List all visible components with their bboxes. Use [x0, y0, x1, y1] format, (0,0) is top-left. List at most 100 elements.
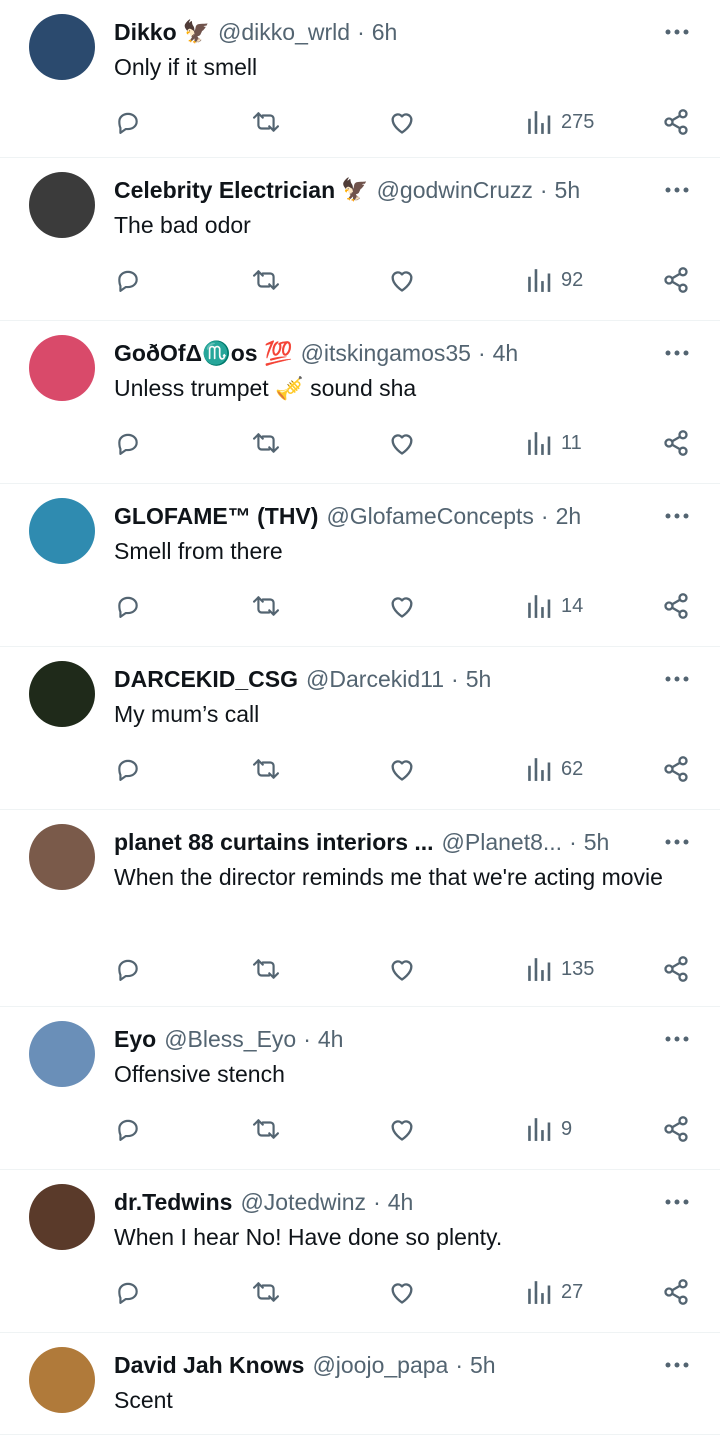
- views-button[interactable]: 27: [527, 1272, 583, 1312]
- reply-item[interactable]: Dikko 🦅 @dikko_wrld · 6h Only if it smell 275: [0, 0, 720, 158]
- share-button[interactable]: [662, 749, 690, 789]
- reply-button[interactable]: [115, 749, 141, 789]
- more-icon[interactable]: [660, 1347, 694, 1383]
- share-button[interactable]: [662, 586, 690, 626]
- reply-item[interactable]: GoðOfΔ♏os 💯 @itskingamos35 · 4h Unless trump…: [0, 321, 720, 484]
- like-button[interactable]: [388, 423, 416, 463]
- timestamp[interactable]: 5h: [470, 1347, 496, 1383]
- like-button[interactable]: [388, 1272, 416, 1312]
- reply-icon: [115, 109, 141, 135]
- reply-header: Dikko 🦅 @dikko_wrld · 6h: [114, 14, 656, 50]
- more-icon[interactable]: [660, 661, 694, 697]
- like-button[interactable]: [388, 586, 416, 626]
- timestamp[interactable]: 5h: [584, 824, 610, 860]
- repost-button[interactable]: [249, 102, 283, 142]
- avatar[interactable]: [29, 1021, 95, 1087]
- more-icon[interactable]: [660, 172, 694, 208]
- user-handle[interactable]: @GlofameConcepts: [326, 498, 533, 534]
- reply-button[interactable]: [115, 102, 141, 142]
- repost-button[interactable]: [249, 260, 283, 300]
- reply-item[interactable]: Celebrity Electrician 🦅 @godwinCruzz · 5h The…: [0, 158, 720, 321]
- user-handle[interactable]: @dikko_wrld: [218, 14, 350, 50]
- views-button[interactable]: 62: [527, 749, 583, 789]
- like-button[interactable]: [388, 260, 416, 300]
- share-button[interactable]: [662, 102, 690, 142]
- repost-button[interactable]: [249, 586, 283, 626]
- reply-item[interactable]: Eyo @Bless_Eyo · 4h Offensive stench 9: [0, 1007, 720, 1170]
- avatar[interactable]: [29, 172, 95, 238]
- share-button[interactable]: [662, 260, 690, 300]
- views-button[interactable]: 9: [527, 1109, 572, 1149]
- more-icon[interactable]: [660, 335, 694, 371]
- reply-button[interactable]: [115, 949, 141, 989]
- user-handle[interactable]: @Planet8...: [442, 824, 563, 860]
- avatar[interactable]: [29, 335, 95, 401]
- repost-button[interactable]: [249, 1272, 283, 1312]
- reply-item[interactable]: planet 88 curtains interiors ... @Planet8…: [0, 810, 720, 1007]
- timestamp[interactable]: 5h: [466, 661, 492, 697]
- like-button[interactable]: [388, 949, 416, 989]
- reply-item[interactable]: dr.Tedwins @Jotedwinz · 4h When I hear No! H…: [0, 1170, 720, 1333]
- user-handle[interactable]: @itskingamos35: [301, 335, 471, 371]
- more-icon[interactable]: [660, 824, 694, 860]
- like-button[interactable]: [388, 1109, 416, 1149]
- display-name[interactable]: Celebrity Electrician: [114, 172, 335, 208]
- timestamp[interactable]: 6h: [372, 14, 398, 50]
- reply-icon: [115, 756, 141, 782]
- display-name[interactable]: planet 88 curtains interiors ...: [114, 824, 434, 860]
- share-icon: [662, 429, 690, 457]
- reply-item[interactable]: DARCEKID_CSG @Darcekid11 · 5h My mum’s call 6…: [0, 647, 720, 810]
- views-button[interactable]: 11: [527, 423, 582, 463]
- avatar[interactable]: [29, 824, 95, 890]
- user-handle[interactable]: @Bless_Eyo: [164, 1021, 296, 1057]
- reply-item[interactable]: GLOFAME™ (THV) @GlofameConcepts · 2h Smell f…: [0, 484, 720, 647]
- display-name[interactable]: dr.Tedwins: [114, 1184, 232, 1220]
- views-button[interactable]: 275: [527, 102, 594, 142]
- more-icon[interactable]: [660, 498, 694, 534]
- more-icon[interactable]: [660, 1184, 694, 1220]
- reply-button[interactable]: [115, 260, 141, 300]
- reply-button[interactable]: [115, 423, 141, 463]
- share-button[interactable]: [662, 423, 690, 463]
- views-button[interactable]: 92: [527, 260, 583, 300]
- share-button[interactable]: [662, 1272, 690, 1312]
- reply-button[interactable]: [115, 586, 141, 626]
- timestamp[interactable]: 4h: [388, 1184, 414, 1220]
- display-name[interactable]: Dikko: [114, 14, 177, 50]
- share-button[interactable]: [662, 1109, 690, 1149]
- avatar[interactable]: [29, 14, 95, 80]
- display-name[interactable]: DARCEKID_CSG: [114, 661, 298, 697]
- reply-item[interactable]: David Jah Knows @joojo_papa · 5h Scent: [0, 1333, 720, 1435]
- repost-button[interactable]: [249, 949, 283, 989]
- views-button[interactable]: 135: [527, 949, 594, 989]
- timestamp[interactable]: 4h: [493, 335, 519, 371]
- avatar[interactable]: [29, 1184, 95, 1250]
- repost-button[interactable]: [249, 749, 283, 789]
- display-name[interactable]: GoðOfΔ♏os 💯: [114, 335, 293, 371]
- reply-text: Smell from there: [114, 538, 283, 564]
- user-handle[interactable]: @godwinCruzz: [377, 172, 533, 208]
- share-button[interactable]: [662, 949, 690, 989]
- user-handle[interactable]: @Jotedwinz: [240, 1184, 366, 1220]
- more-icon[interactable]: [660, 1021, 694, 1057]
- timestamp[interactable]: 5h: [555, 172, 581, 208]
- repost-button[interactable]: [249, 423, 283, 463]
- user-handle[interactable]: @Darcekid11: [306, 661, 444, 697]
- like-button[interactable]: [388, 749, 416, 789]
- display-name[interactable]: David Jah Knows: [114, 1347, 304, 1383]
- repost-button[interactable]: [249, 1109, 283, 1149]
- reply-button[interactable]: [115, 1272, 141, 1312]
- reply-button[interactable]: [115, 1109, 141, 1149]
- views-button[interactable]: 14: [527, 586, 583, 626]
- display-name[interactable]: Eyo: [114, 1021, 156, 1057]
- avatar[interactable]: [29, 498, 95, 564]
- like-button[interactable]: [388, 102, 416, 142]
- timestamp[interactable]: 4h: [318, 1021, 344, 1057]
- action-bar: 11: [0, 423, 720, 463]
- timestamp[interactable]: 2h: [556, 498, 582, 534]
- user-handle[interactable]: @joojo_papa: [312, 1347, 448, 1383]
- more-icon[interactable]: [660, 14, 694, 50]
- display-name[interactable]: GLOFAME™ (THV): [114, 498, 318, 534]
- avatar[interactable]: [29, 661, 95, 727]
- avatar[interactable]: [29, 1347, 95, 1413]
